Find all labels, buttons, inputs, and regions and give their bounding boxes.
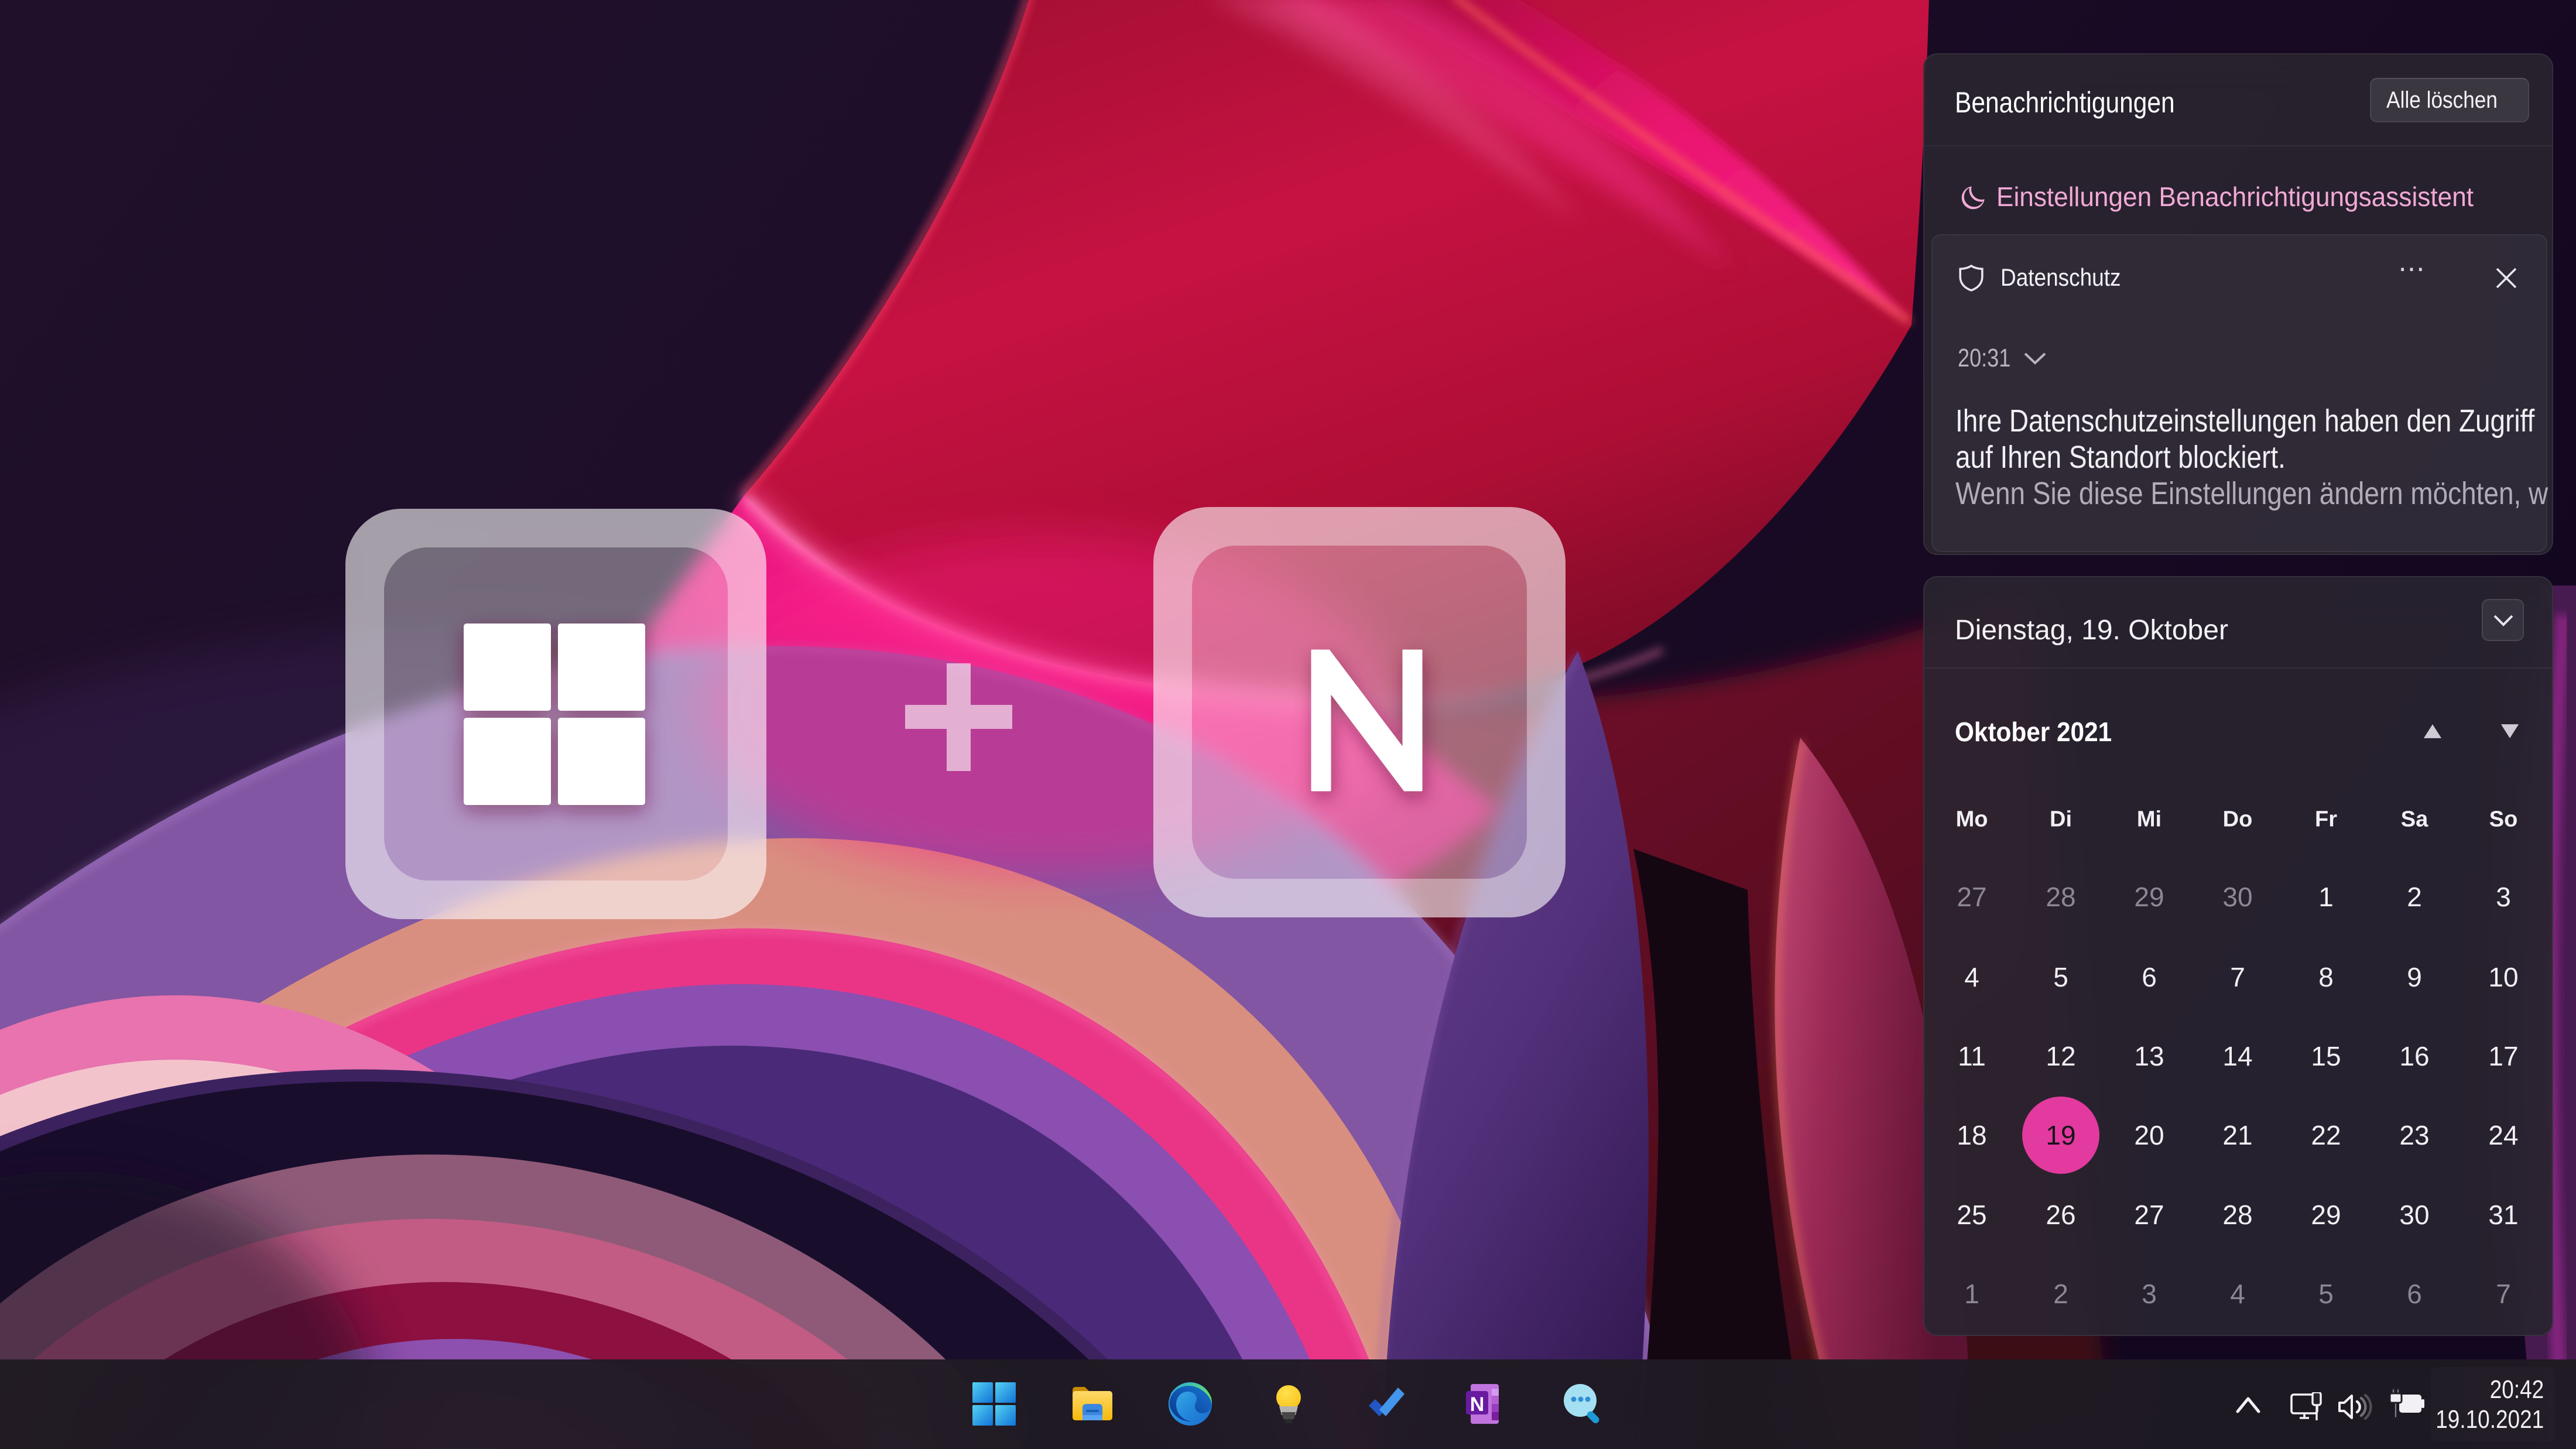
svg-text:N: N [1470,1393,1485,1416]
